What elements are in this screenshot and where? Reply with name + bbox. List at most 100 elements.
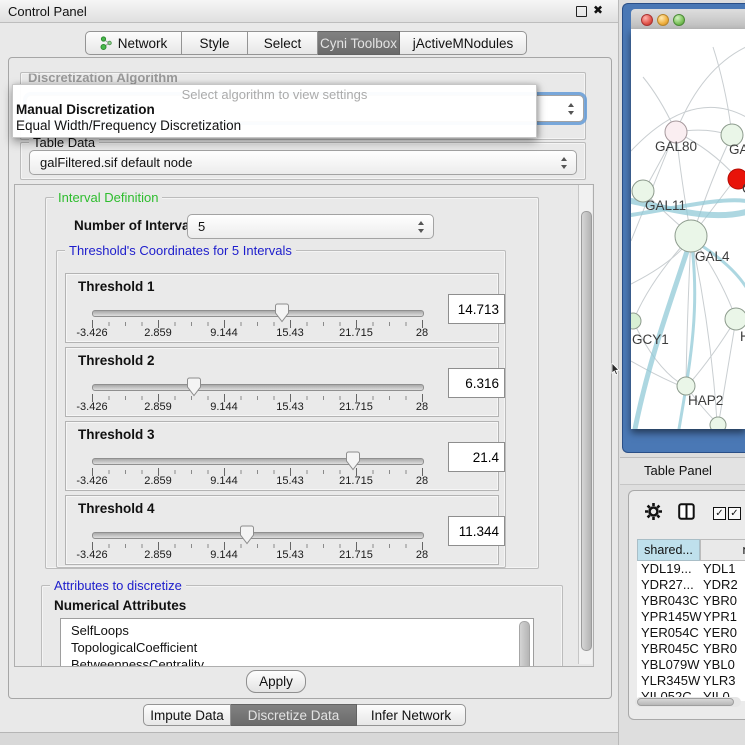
apply-button[interactable]: Apply <box>246 670 306 693</box>
table-data-combo-value: galFiltered.sif default node <box>40 155 192 170</box>
network-graph[interactable]: GAL80 GA C GAL11 GAL4 GCY1 H HAP2 <box>631 29 745 429</box>
node-label-partial-ga: GA <box>729 142 745 157</box>
node-gal4[interactable] <box>675 220 707 252</box>
thresholds-group-title: Threshold's Coordinates for 5 Intervals <box>65 243 296 258</box>
tab-impute-data[interactable]: Impute Data <box>143 704 231 726</box>
list-item-betweennesscentrality[interactable]: BetweennessCentrality <box>71 656 204 667</box>
threshold-4-value-field[interactable] <box>448 516 505 546</box>
node-label-hap2: HAP2 <box>688 393 723 408</box>
threshold-2-label: Threshold 2 <box>78 353 155 368</box>
slider-track[interactable] <box>92 458 424 465</box>
tab-infer-network[interactable]: Infer Network <box>357 704 466 726</box>
threshold-4-panel: Threshold 4 -3.4262.8599.14415.4321.7152… <box>65 495 499 565</box>
table-horizontal-scrollbar[interactable] <box>635 697 741 707</box>
gear-icon[interactable] <box>644 502 663 524</box>
top-tab-bar: Network Style Select Cyni Toolbox jActiv… <box>85 31 527 55</box>
control-panel-window: Control Panel ✖ Network Style Select Cyn… <box>0 0 619 733</box>
table-row[interactable]: YER054CYER0 <box>637 625 745 641</box>
combo-arrows-icon <box>568 103 575 115</box>
column-header-name[interactable]: n <box>700 539 745 561</box>
tab-network-label: Network <box>118 36 168 51</box>
bottom-tab-bar: Impute Data Discretize Data Infer Networ… <box>143 704 466 726</box>
attributes-group: Attributes to discretize Numerical Attri… <box>41 585 563 667</box>
list-item-selfloops[interactable]: SelfLoops <box>71 622 129 639</box>
dropdown-option-manual-discretization[interactable]: Manual Discretization <box>13 102 539 117</box>
node-gcy1[interactable] <box>631 313 641 329</box>
slider-scale-labels: -3.4262.8599.14415.4321.71528 <box>92 475 422 487</box>
node-label-gcy1: GCY1 <box>632 332 669 347</box>
threshold-1-label: Threshold 1 <box>78 279 155 294</box>
checkbox-icon[interactable]: ✓ <box>728 507 741 520</box>
attributes-list[interactable]: SelfLoops TopologicalCoefficient Between… <box>60 618 534 667</box>
node-label-gal4: GAL4 <box>695 249 730 264</box>
checkbox-icon[interactable]: ✓ <box>713 507 726 520</box>
table-row[interactable]: YBR043CYBR0 <box>637 593 745 609</box>
attributes-group-title: Attributes to discretize <box>50 578 186 593</box>
table-rows: YDL19...YDL1 YDR27...YDR2 YBR043CYBR0 YP… <box>637 561 745 701</box>
threshold-3-value-field[interactable] <box>448 442 505 472</box>
close-icon[interactable]: ✖ <box>593 3 603 17</box>
table-row[interactable]: YLR345WYLR3 <box>637 673 745 689</box>
algorithm-dropdown-popup: Select algorithm to view settings Manual… <box>12 84 537 138</box>
threshold-2-value-field[interactable] <box>448 368 505 398</box>
table-data-combo[interactable]: galFiltered.sif default node <box>29 150 577 175</box>
scrollbar-thumb[interactable] <box>637 698 734 706</box>
combo-arrows-icon <box>561 157 568 169</box>
table-row[interactable]: YBR045CYBR0 <box>637 641 745 657</box>
list-item-topologicalcoefficient[interactable]: TopologicalCoefficient <box>71 639 197 656</box>
tab-cyni-toolbox[interactable]: Cyni Toolbox <box>318 31 400 55</box>
settings-vertical-scrollbar[interactable] <box>578 185 592 664</box>
table-row[interactable]: YPR145WYPR1 <box>637 609 745 625</box>
threshold-1-panel: Threshold 1 -3.4262.8599.14415.4321.7152… <box>65 273 499 343</box>
column-header-shared[interactable]: shared... <box>637 539 700 561</box>
tab-select[interactable]: Select <box>248 31 318 55</box>
node-label-gal11: GAL11 <box>645 198 686 213</box>
tab-jactivemnodules-label: jActiveMNodules <box>413 36 514 51</box>
tab-jactivemnodules[interactable]: jActiveMNodules <box>400 31 527 55</box>
node-label-partial-h: H <box>740 329 745 344</box>
slider-scale-labels: -3.4262.8599.14415.4321.71528 <box>92 327 422 339</box>
table-row[interactable]: YDR27...YDR2 <box>637 577 745 593</box>
threshold-3-panel: Threshold 3 -3.4262.8599.14415.4321.7152… <box>65 421 499 491</box>
number-of-intervals-label: Number of Intervals <box>74 218 201 233</box>
node-bottom[interactable] <box>710 417 726 429</box>
dropdown-placeholder-item[interactable]: Select algorithm to view settings <box>13 87 536 102</box>
mac-minimize-icon[interactable] <box>657 14 669 26</box>
node-right-h[interactable] <box>725 308 745 330</box>
attributes-list-scrollbar[interactable] <box>519 621 530 667</box>
table-row[interactable]: YBL079WYBL0 <box>637 657 745 673</box>
settings-scroll-viewport: Interval Definition Number of Intervals … <box>14 184 594 667</box>
slider-scale-labels: -3.4262.8599.14415.4321.71528 <box>92 549 422 561</box>
table-panel-titlebar[interactable]: Table Panel <box>620 457 745 485</box>
tab-cyni-toolbox-label: Cyni Toolbox <box>320 36 397 51</box>
network-canvas[interactable]: GAL80 GA C GAL11 GAL4 GCY1 H HAP2 <box>631 29 745 429</box>
columns-icon[interactable] <box>678 503 695 523</box>
tab-impute-data-label: Impute Data <box>150 708 224 723</box>
slider-track[interactable] <box>92 310 424 317</box>
network-window-titlebar[interactable] <box>631 9 745 30</box>
interval-definition-title: Interval Definition <box>54 190 162 205</box>
tab-network[interactable]: Network <box>85 31 182 55</box>
network-view-window[interactable]: GAL80 GA C GAL11 GAL4 GCY1 H HAP2 <box>622 3 745 453</box>
table-data-group: Table Data galFiltered.sif default node <box>20 142 586 180</box>
scrollbar-thumb[interactable] <box>581 211 592 651</box>
tab-discretize-data-label: Discretize Data <box>248 708 340 723</box>
float-window-icon[interactable] <box>576 6 587 17</box>
interval-definition-group: Interval Definition Number of Intervals … <box>45 197 539 569</box>
tab-discretize-data[interactable]: Discretize Data <box>231 704 357 726</box>
combo-arrows-icon <box>418 221 425 233</box>
threshold-4-label: Threshold 4 <box>78 501 155 516</box>
threshold-1-value-field[interactable] <box>448 294 505 324</box>
mac-close-icon[interactable] <box>641 14 653 26</box>
dropdown-option-equal-width-frequency[interactable]: Equal Width/Frequency Discretization <box>13 118 539 133</box>
number-of-intervals-value: 5 <box>198 219 205 234</box>
thresholds-group: Threshold's Coordinates for 5 Intervals … <box>56 250 506 568</box>
number-of-intervals-combo[interactable]: 5 <box>187 214 434 239</box>
tab-style[interactable]: Style <box>182 31 248 55</box>
network-icon <box>100 36 113 50</box>
screen: Control Panel ✖ Network Style Select Cyn… <box>0 0 745 745</box>
slider-track[interactable] <box>92 532 424 539</box>
table-row[interactable]: YDL19...YDL1 <box>637 561 745 577</box>
slider-track[interactable] <box>92 384 424 391</box>
mac-zoom-icon[interactable] <box>673 14 685 26</box>
